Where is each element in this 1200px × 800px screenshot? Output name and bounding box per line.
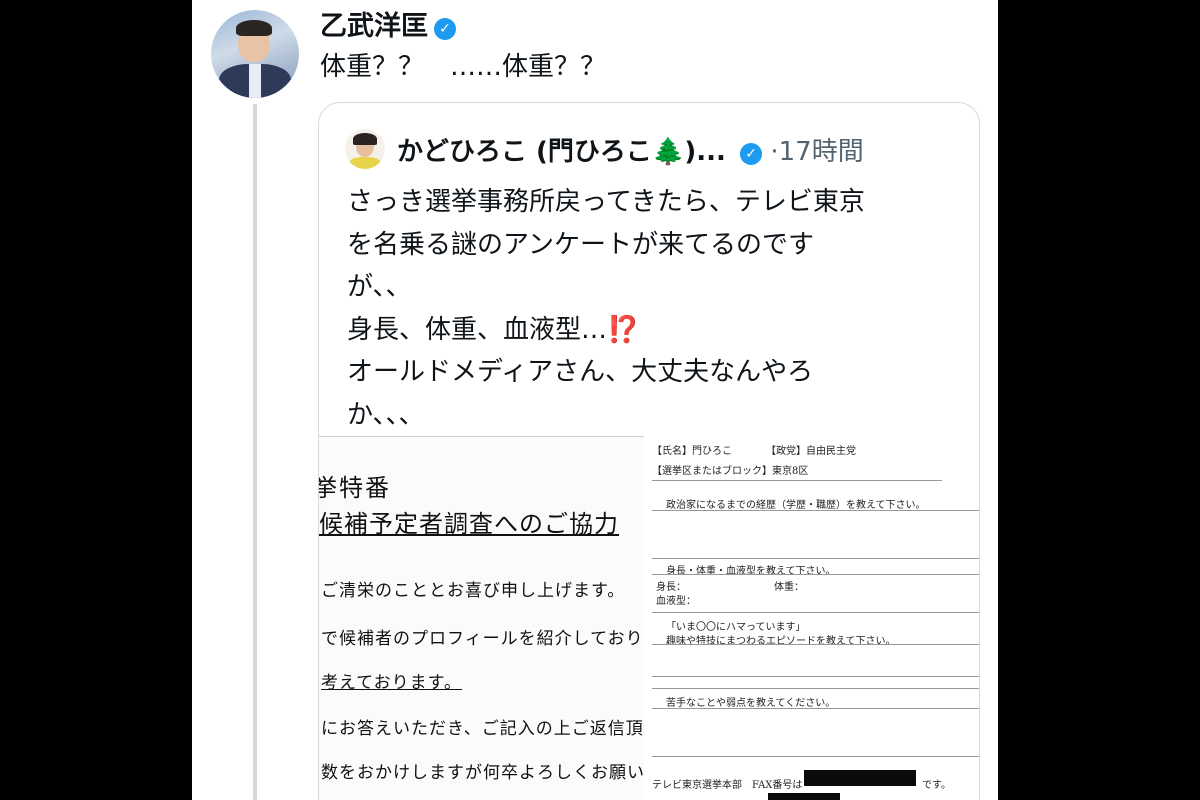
thread-line bbox=[253, 104, 257, 800]
avatar-body bbox=[349, 157, 381, 169]
quoted-header: かどひろこ (門ひろこ🌲)... ✓ ·17時間 bbox=[397, 131, 864, 168]
attached-image[interactable]: 挙特番 候補予定者調査へのご協力 ご清栄のこととお喜び申し上げます。 で候補者の… bbox=[319, 436, 979, 800]
form-question: 「いま〇〇にハマっています」 bbox=[666, 622, 806, 633]
verified-badge-icon: ✓ bbox=[740, 143, 763, 165]
tree-emoji-icon: 🌲 bbox=[651, 137, 685, 167]
form-rule bbox=[652, 558, 979, 559]
quoted-line: が、、 bbox=[347, 272, 412, 303]
form-footer: テレビ東京選挙本部 FAX番号は bbox=[652, 780, 803, 791]
author-name[interactable]: 乙武洋匡 bbox=[320, 11, 428, 42]
quoted-line: を名乗る謎のアンケートが来てるのです bbox=[347, 229, 814, 260]
quoted-author-suffix: )... bbox=[684, 137, 726, 167]
form-height-label: 身長： bbox=[656, 582, 686, 593]
form-question: 苦手なことや弱点を教えてください。 bbox=[666, 698, 836, 709]
form-district-field: 【選挙区またはブロック】東京8区 bbox=[652, 466, 809, 477]
form-rule bbox=[652, 708, 979, 709]
quoted-tweet[interactable]: かどひろこ (門ひろこ🌲)... ✓ ·17時間 さっき選挙事務所戻ってきたら、… bbox=[318, 102, 980, 800]
avatar-hair bbox=[353, 133, 377, 145]
quoted-line: か、、、 bbox=[347, 399, 425, 430]
quoted-line: オールドメディアさん、大丈夫なんやろ bbox=[347, 357, 814, 388]
quoted-author-name[interactable]: かどひろこ (門ひろこ bbox=[397, 137, 652, 167]
form-rule bbox=[652, 756, 979, 757]
doc-paragraph: にお答えいただき、ご記入の上ご返信頂き bbox=[321, 719, 644, 739]
quoted-author-avatar[interactable] bbox=[345, 129, 385, 169]
avatar-shirt bbox=[249, 64, 261, 98]
form-question: 政治家になるまでの経歴（学歴・職歴）を教えて下さい。 bbox=[666, 500, 926, 511]
form-rule bbox=[652, 676, 979, 677]
quoted-timestamp[interactable]: 17時間 bbox=[779, 137, 864, 167]
quoted-line: さっき選挙事務所戻ってきたら、テレビ東京 bbox=[347, 187, 865, 217]
doc-subtitle: 候補予定者調査へのご協力 bbox=[319, 510, 619, 538]
doc-title: 挙特番 bbox=[319, 474, 391, 502]
timeline-panel: 乙武洋匡 ✓ 体重？？ ……体重？？ かどひろこ (門ひろこ🌲)... ✓ ·17… bbox=[192, 0, 998, 800]
quoted-line-text: 身長、体重、血液型… bbox=[347, 314, 608, 345]
doc-paragraph: で候補者のプロフィールを紹介しており bbox=[321, 629, 644, 649]
exclamation-question-icon: ⁉️ bbox=[607, 314, 640, 345]
doc-paragraph: 考えております。 bbox=[321, 673, 462, 693]
survey-form: 【氏名】門ひろこ 【政党】自由民主党 【選挙区またはブロック】東京8区 政治家に… bbox=[644, 436, 979, 800]
tweet-author[interactable]: 乙武洋匡 ✓ bbox=[320, 4, 456, 43]
form-rule bbox=[652, 688, 979, 689]
form-rule bbox=[652, 510, 979, 511]
form-rule bbox=[652, 644, 979, 645]
separator-dot: · bbox=[770, 137, 779, 167]
redaction-bar bbox=[768, 793, 840, 800]
form-name-field: 【氏名】門ひろこ bbox=[652, 446, 732, 457]
avatar-hair bbox=[236, 20, 272, 36]
doc-paragraph: 数をおかけしますが何卒よろしくお願い申 bbox=[321, 763, 644, 783]
verified-badge-icon: ✓ bbox=[434, 18, 456, 40]
survey-cover-letter: 挙特番 候補予定者調査へのご協力 ご清栄のこととお喜び申し上げます。 で候補者の… bbox=[319, 436, 644, 800]
form-rule bbox=[652, 574, 979, 575]
quoted-text: さっき選挙事務所戻ってきたら、テレビ東京 を名乗る謎のアンケートが来てるのです … bbox=[347, 181, 957, 437]
form-rule bbox=[652, 480, 942, 481]
form-weight-label: 体重： bbox=[774, 582, 804, 593]
doc-paragraph: ご清栄のこととお喜び申し上げます。 bbox=[321, 581, 626, 601]
redaction-bar bbox=[804, 770, 916, 786]
author-avatar[interactable] bbox=[211, 10, 299, 98]
quoted-line: 身長、体重、血液型…⁉️ bbox=[347, 309, 957, 352]
form-rule bbox=[652, 612, 979, 613]
form-party-field: 【政党】自由民主党 bbox=[766, 446, 856, 457]
tweet-text: 体重？？ ……体重？？ bbox=[320, 52, 607, 82]
form-blood-label: 血液型： bbox=[656, 596, 696, 607]
form-footer-end: です。 bbox=[922, 780, 951, 791]
